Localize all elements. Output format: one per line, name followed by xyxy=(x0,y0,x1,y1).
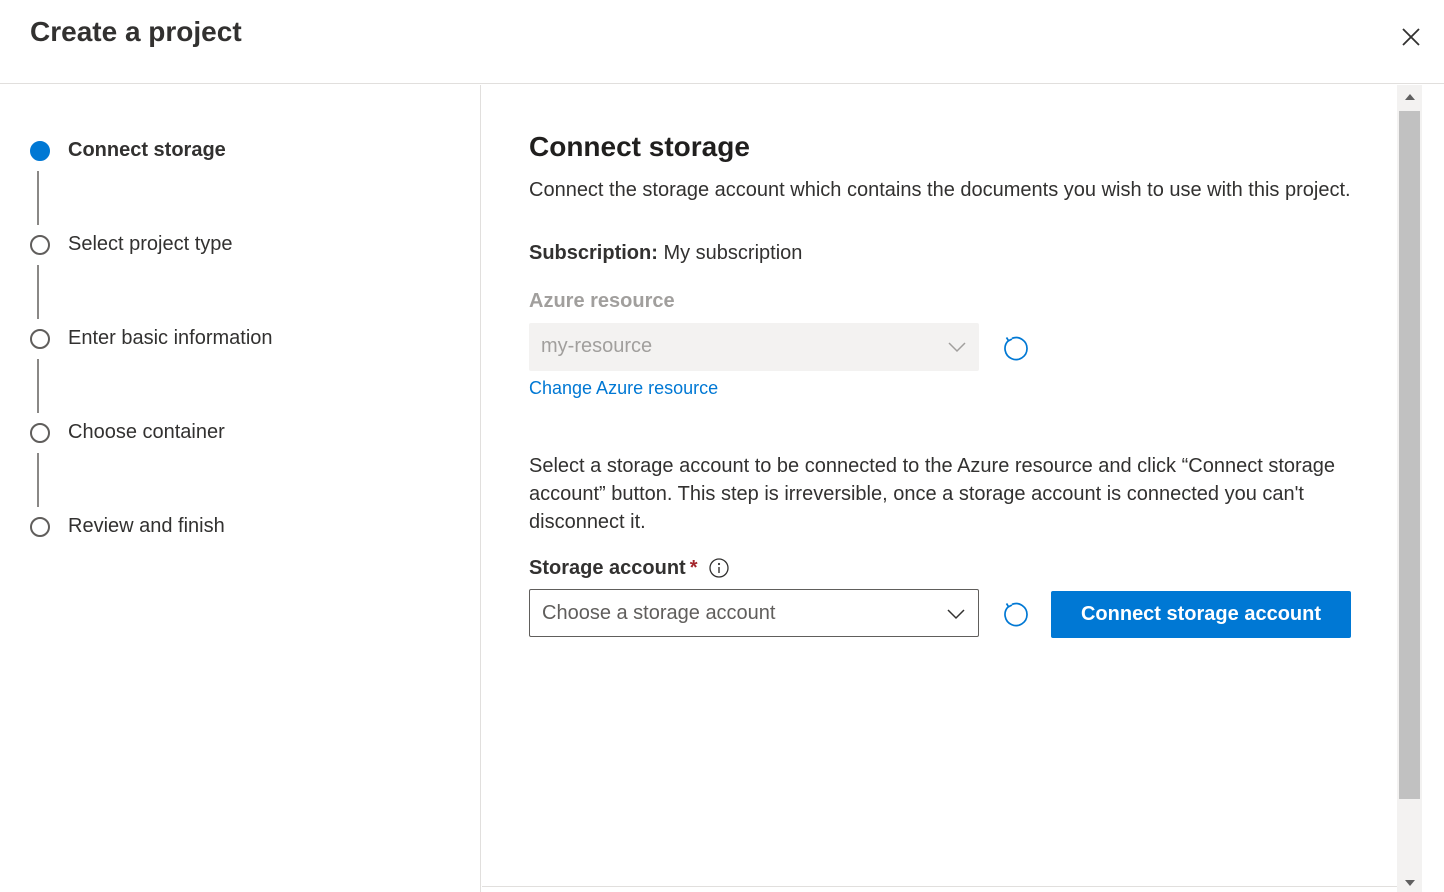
chevron-down-icon xyxy=(947,609,965,620)
required-marker: * xyxy=(689,557,698,579)
refresh-icon xyxy=(1004,336,1028,361)
step-label: Enter basic information xyxy=(68,327,273,349)
step-connector xyxy=(37,171,39,225)
step-label: Select project type xyxy=(68,233,233,255)
refresh-storage-account-button[interactable] xyxy=(999,599,1029,629)
step-connector xyxy=(37,453,39,507)
change-azure-resource-link[interactable]: Change Azure resource xyxy=(529,378,718,399)
subscription-value: My subscription xyxy=(663,242,803,264)
info-icon[interactable] xyxy=(708,557,730,579)
connect-storage-account-button[interactable]: Connect storage account xyxy=(1051,591,1351,638)
storage-account-dropdown[interactable]: Choose a storage account xyxy=(529,589,979,637)
subscription-info: Subscription: My subscription xyxy=(529,242,802,265)
close-icon xyxy=(1402,28,1420,46)
refresh-azure-resource-button[interactable] xyxy=(999,333,1029,363)
footer-divider xyxy=(482,886,1397,887)
step-connector xyxy=(37,359,39,413)
storage-account-placeholder: Choose a storage account xyxy=(542,602,776,624)
chevron-down-icon xyxy=(948,342,966,353)
step-connector xyxy=(37,265,39,319)
scroll-down-button[interactable] xyxy=(1397,874,1422,892)
azure-resource-label: Azure resource xyxy=(529,290,675,312)
step-label: Choose container xyxy=(68,421,225,443)
dialog-title: Create a project xyxy=(30,16,242,47)
instructions-text: Select a storage account to be connected… xyxy=(529,455,1336,533)
storage-account-label-text: Storage account xyxy=(529,557,686,579)
step-indicator xyxy=(30,329,50,349)
caret-up-icon xyxy=(1404,94,1415,100)
scrollbar-thumb[interactable] xyxy=(1399,111,1420,799)
section-description: Connect the storage account which contai… xyxy=(529,179,1351,201)
step-label: Connect storage xyxy=(68,139,226,161)
close-button[interactable] xyxy=(1394,20,1428,54)
section-heading: Connect storage xyxy=(529,131,750,162)
azure-resource-dropdown: my-resource xyxy=(529,323,979,371)
dialog-header: Create a project xyxy=(0,0,1444,84)
azure-resource-value: my-resource xyxy=(541,335,653,357)
vertical-scrollbar[interactable] xyxy=(1397,85,1422,892)
caret-down-icon xyxy=(1404,880,1415,886)
storage-account-label: Storage account * xyxy=(529,557,698,580)
step-label: Review and finish xyxy=(68,515,225,537)
step-indicator xyxy=(30,423,50,443)
step-indicator xyxy=(30,235,50,255)
steps-panel: Connect storage Select project type Ente… xyxy=(0,85,481,892)
refresh-icon xyxy=(1004,602,1028,627)
step-indicator-active xyxy=(30,141,50,161)
subscription-key: Subscription: xyxy=(529,242,658,264)
step-indicator xyxy=(30,517,50,537)
main-content: Connect storage Connect the storage acco… xyxy=(482,85,1396,892)
scroll-up-button[interactable] xyxy=(1397,85,1422,109)
